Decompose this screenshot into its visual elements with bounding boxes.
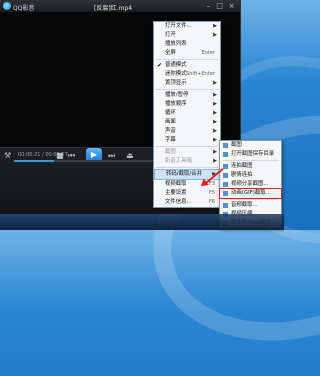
submenu-item-label: 连拍截图 xyxy=(231,163,253,169)
submenu-arrow-icon: ▶ xyxy=(213,92,217,98)
check-icon: ✔ xyxy=(157,62,163,69)
context-menu-item[interactable]: 主要设置 F5 xyxy=(154,189,220,198)
submenu-arrow-icon: ▶ xyxy=(213,128,217,134)
context-menu-item[interactable]: 置顶显示 ▶ xyxy=(154,79,220,88)
context-menu-item[interactable]: 播放/暂停 ▶ xyxy=(154,91,220,100)
submenu-arrow-icon: ▶ xyxy=(213,110,217,116)
context-menu-item[interactable]: 打开文件... ▶ xyxy=(154,22,220,31)
context-menu-item[interactable]: 文件信息... F6 xyxy=(154,198,220,207)
menu-item-label: 主要设置 xyxy=(165,190,187,196)
menu-item-label: 声音 xyxy=(165,128,176,134)
menu-item-label: 迷你模式 xyxy=(165,71,187,77)
maximize-icon[interactable]: □ xyxy=(215,2,224,10)
submenu-item[interactable]: 打开截图保存目录 xyxy=(220,150,281,159)
qq-player-logo-icon xyxy=(3,2,11,10)
context-menu-item[interactable]: 迷你模式 Shift+Enter xyxy=(154,70,220,79)
context-menu-item[interactable]: 播放列表 xyxy=(154,40,220,49)
menu-item-label: 置顶显示 xyxy=(165,80,187,86)
context-menu-item[interactable]: 字幕 ▶ xyxy=(154,136,220,145)
tool-icon xyxy=(223,203,228,208)
submenu-item-label: 音频截取... xyxy=(231,202,258,208)
progress-fill xyxy=(14,160,54,162)
submenu-arrow-icon: ▶ xyxy=(213,119,217,125)
menu-item-label: 打开 xyxy=(165,32,176,38)
menu-item-label: 普通模式 xyxy=(165,62,187,68)
context-menu-item[interactable]: 画面 ▶ xyxy=(154,118,220,127)
menu-item-label: 字幕 xyxy=(165,137,176,143)
gif-capture-item[interactable]: 动画(GIF)截取... xyxy=(219,188,282,199)
submenu-arrow-icon: ▶ xyxy=(213,23,217,29)
taskbar xyxy=(0,214,284,230)
close-icon[interactable]: × xyxy=(227,2,236,10)
menu-separator xyxy=(222,160,279,161)
context-menu-item[interactable]: ✔ 普通模式 xyxy=(154,61,220,70)
menu-item-shortcut: F6 xyxy=(208,199,215,205)
menu-item-label: 影音工具箱 xyxy=(165,158,192,164)
submenu-arrow-icon: ▶ xyxy=(213,149,217,155)
menu-item-shortcut: F3 xyxy=(208,181,215,187)
menu-item-label: 播放/暂停 xyxy=(165,92,189,98)
tool-icon xyxy=(223,164,228,169)
menu-item-label: 循环 xyxy=(165,110,176,116)
submenu-item-label: 截图 xyxy=(231,142,242,148)
menu-item-label: 全屏 xyxy=(165,50,176,56)
menu-item-label: 截图 xyxy=(165,149,176,155)
menu-separator xyxy=(222,199,279,200)
stop-icon[interactable]: ■ xyxy=(56,152,64,160)
submenu-arrow-icon: ▶ xyxy=(213,137,217,143)
menu-item-shortcut: F5 xyxy=(208,190,215,196)
context-menu-item: 截图 ▶ xyxy=(154,148,220,157)
menu-item-label: 打开文件... xyxy=(165,23,192,29)
title-bar[interactable]: QQ影音 [反腐]红.mp4 – □ × xyxy=(0,0,240,12)
tool-icon xyxy=(223,191,228,196)
submenu-item[interactable]: 剧情连拍 xyxy=(220,171,281,180)
context-menu-item[interactable]: 打开 ▶ xyxy=(154,31,220,40)
context-menu-item: 影音工具箱 ▶ xyxy=(154,157,220,166)
minimize-icon[interactable]: – xyxy=(204,2,213,10)
submenu-arrow-icon: ▶ xyxy=(213,101,217,107)
submenu-item[interactable]: 视频分享截图... xyxy=(220,180,281,189)
context-menu-item[interactable]: 播放顺序 ▶ xyxy=(154,100,220,109)
menu-item-label: 视频截取 xyxy=(165,181,187,187)
context-menu-item[interactable]: 循环 ▶ xyxy=(154,109,220,118)
menu-item-shortcut: Enter xyxy=(201,50,215,56)
submenu-item-label: 动画(GIF)截取... xyxy=(231,190,271,196)
submenu-arrow-icon: ▶ xyxy=(213,32,217,38)
submenu-arrow-icon: ▶ xyxy=(213,80,217,86)
open-file-icon[interactable]: ⏏ xyxy=(126,152,134,160)
context-menu-item[interactable]: 全屏 Enter xyxy=(154,49,220,58)
tool-icon xyxy=(223,173,228,178)
menu-item-label: 播放顺序 xyxy=(165,101,187,107)
menu-item-label: 转码/截取/合并 xyxy=(166,171,202,177)
menu-separator xyxy=(156,146,218,147)
tool-icon xyxy=(223,182,228,187)
submenu-item-label: 剧情连拍 xyxy=(231,172,253,178)
app-name: QQ影音 xyxy=(13,5,35,12)
file-title: [反腐]红.mp4 xyxy=(94,5,133,12)
previous-icon[interactable]: ⏮ xyxy=(68,152,75,160)
submenu-item[interactable]: 连拍截图 xyxy=(220,162,281,171)
menu-separator xyxy=(156,167,218,168)
context-menu-item[interactable]: 声音 ▶ xyxy=(154,127,220,136)
tools-icon[interactable]: ⚒ xyxy=(4,152,11,160)
menu-separator xyxy=(156,89,218,90)
menu-item-label: 文件信息... xyxy=(165,199,192,205)
tool-icon xyxy=(223,143,228,148)
menu-separator xyxy=(156,59,218,60)
menu-item-label: 画面 xyxy=(165,119,176,125)
next-icon[interactable]: ⏭ xyxy=(108,152,115,160)
submenu-item-label: 视频分享截图... xyxy=(231,181,269,187)
context-menu-item[interactable]: 视频截取 F3 xyxy=(154,180,220,189)
submenu-arrow-icon: ▶ xyxy=(213,158,217,164)
tool-icon xyxy=(223,152,228,157)
submenu-item-label: 打开截图保存目录 xyxy=(231,151,275,157)
menu-item-label: 播放列表 xyxy=(165,41,187,47)
submenu-item[interactable]: 音频截取... xyxy=(220,201,281,210)
submenu-item[interactable]: 截图 xyxy=(220,141,281,150)
menu-item-shortcut: Shift+Enter xyxy=(186,71,215,77)
